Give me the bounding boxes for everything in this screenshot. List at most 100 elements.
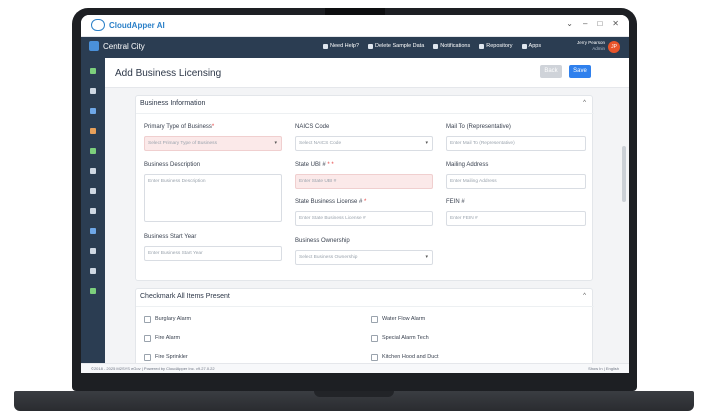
- state-ubi-label-text: State UBI #: [295, 162, 326, 168]
- business-information-title: Business Information: [140, 100, 206, 107]
- naics-label: NAICS Code: [295, 124, 330, 130]
- delete-sample-data-link[interactable]: Delete Sample Data: [368, 43, 424, 49]
- collapse-chevron-icon[interactable]: ^: [583, 100, 586, 106]
- water-flow-alarm-label: Water Flow Alarm: [382, 316, 426, 322]
- sidebar-pin-icon[interactable]: [90, 228, 96, 234]
- state-license-input[interactable]: Enter State Business License #: [295, 211, 433, 226]
- footer: ©2018 - 2025 M2SYS eGov | Powered by Clo…: [81, 363, 629, 373]
- sidebar-tag-icon[interactable]: [90, 128, 96, 134]
- need-help-link[interactable]: Need Help?: [323, 43, 359, 49]
- checkmark-title: Checkmark All Items Present: [140, 293, 230, 300]
- required-marker: *: [362, 199, 367, 205]
- footer-copyright: ©2018 - 2025 M2SYS eGov | Powered by Clo…: [91, 366, 215, 371]
- checkmark-card: Checkmark All Items Present ^ Burglary A…: [135, 288, 594, 368]
- page-scrollbar[interactable]: [622, 146, 626, 202]
- laptop-base: [14, 391, 694, 411]
- back-button[interactable]: Back: [540, 65, 562, 78]
- city-building-icon: [89, 41, 99, 51]
- notifications-link[interactable]: Notifications: [433, 43, 470, 49]
- required-marker: *: [211, 124, 215, 130]
- ownership-label: Business Ownership: [295, 238, 350, 244]
- app-brand: CloudApper AI: [91, 19, 165, 31]
- apps-grid-icon: [521, 43, 527, 49]
- dashboard-chart-icon[interactable]: [90, 68, 96, 74]
- maximize-button[interactable]: □: [597, 19, 602, 28]
- special-alarm-tech-checkbox[interactable]: [371, 335, 378, 342]
- kitchen-hood-checkbox[interactable]: [371, 354, 378, 361]
- ownership-select[interactable]: Select Business Ownership ▾: [295, 250, 433, 265]
- mailing-address-input[interactable]: Enter Mailing Address: [446, 174, 586, 189]
- sidebar-license-icon[interactable]: [90, 188, 96, 194]
- sidebar-clipboard-icon[interactable]: [90, 208, 96, 214]
- city-selector[interactable]: Central City: [89, 41, 145, 51]
- sidebar-folder-icon[interactable]: [90, 108, 96, 114]
- app-window: CloudApper AI ⌄ – □ ✕ Central City Need …: [81, 15, 629, 373]
- database-icon: [368, 43, 374, 49]
- dropdown-window-button[interactable]: ⌄: [566, 19, 573, 28]
- sidebar-gear-icon[interactable]: [90, 148, 96, 154]
- state-ubi-label: State UBI # * *: [295, 162, 334, 168]
- business-information-card: Business Information ^ Primary Type of B…: [135, 95, 594, 281]
- mail-to-label: Mail To (Representative): [446, 124, 511, 130]
- fire-sprinkler-checkbox[interactable]: [144, 354, 151, 361]
- stage: CloudApper AI ⌄ – □ ✕ Central City Need …: [0, 0, 706, 411]
- state-license-label-text: State Business License #: [295, 199, 363, 205]
- sidebar: [81, 58, 105, 373]
- city-name: Central City: [103, 41, 145, 51]
- burglary-alarm-label: Burglary Alarm: [155, 316, 192, 322]
- notifications-label: Notifications: [440, 43, 471, 49]
- fein-input[interactable]: Enter FEIN #: [446, 211, 586, 226]
- avatar[interactable]: JP: [608, 41, 620, 53]
- sidebar-home-icon[interactable]: [90, 88, 96, 94]
- delete-sample-data-label: Delete Sample Data: [375, 43, 425, 49]
- naics-select[interactable]: Select NAICS Code ▾: [295, 136, 433, 151]
- start-year-label: Business Start Year: [144, 234, 197, 240]
- language-selector[interactable]: Show In | English: [588, 366, 619, 371]
- close-button[interactable]: ✕: [612, 19, 619, 28]
- fire-alarm-checkbox[interactable]: [144, 335, 151, 342]
- title-bar: CloudApper AI ⌄ – □ ✕: [81, 15, 629, 37]
- chevron-down-icon: ▾: [274, 140, 277, 146]
- sidebar-document-icon[interactable]: [90, 168, 96, 174]
- primary-type-select[interactable]: Select Primary Type of Business ▾: [144, 136, 282, 151]
- chevron-down-icon: ▾: [425, 140, 428, 146]
- state-license-label: State Business License # *: [295, 199, 366, 205]
- description-label: Business Description: [144, 162, 201, 168]
- app-name: CloudApper AI: [109, 20, 165, 30]
- chevron-down-icon: ▾: [425, 254, 428, 260]
- sidebar-report-icon[interactable]: [90, 248, 96, 254]
- page-title: Add Business Licensing: [115, 68, 222, 79]
- naics-placeholder: Select NAICS Code: [299, 141, 342, 146]
- repository-label: Repository: [486, 43, 513, 49]
- ownership-placeholder: Select Business Ownership: [299, 255, 358, 260]
- base-notch: [314, 391, 394, 397]
- fire-sprinkler-label: Fire Sprinkler: [155, 354, 188, 360]
- sidebar-chat-icon[interactable]: [90, 268, 96, 274]
- primary-type-placeholder: Select Primary Type of Business: [148, 141, 217, 146]
- help-icon: [323, 43, 328, 49]
- collapse-chevron-icon[interactable]: ^: [583, 293, 586, 299]
- primary-type-label: Primary Type of Business*: [144, 124, 214, 130]
- window-controls: ⌄ – □ ✕: [566, 19, 619, 28]
- special-alarm-tech-label: Special Alarm Tech: [382, 335, 429, 341]
- water-flow-alarm-checkbox[interactable]: [371, 316, 378, 323]
- fein-label: FEIN #: [446, 199, 465, 205]
- apps-label: Apps: [528, 43, 542, 49]
- repository-link[interactable]: Repository: [479, 43, 513, 49]
- top-navbar: Central City Need Help? Delete Sample Da…: [81, 37, 629, 58]
- sidebar-settings-icon[interactable]: [90, 288, 96, 294]
- save-button[interactable]: Save: [569, 65, 591, 78]
- description-textarea[interactable]: Enter Business Description: [144, 174, 282, 222]
- burglary-alarm-checkbox[interactable]: [144, 316, 151, 323]
- minimize-button[interactable]: –: [583, 19, 587, 28]
- kitchen-hood-label: Kitchen Hood and Duct: [382, 354, 439, 360]
- mail-to-input[interactable]: Enter Mail To (Representative): [446, 136, 586, 151]
- start-year-input[interactable]: Enter Business Start Year: [144, 246, 282, 261]
- apps-link[interactable]: Apps: [521, 43, 542, 49]
- page-header: Add Business Licensing Back Save: [105, 58, 629, 88]
- need-help-label: Need Help?: [330, 43, 360, 49]
- mailing-address-label: Mailing Address: [446, 162, 489, 168]
- user-info[interactable]: Jerry Pearson Admin: [567, 40, 605, 52]
- primary-type-label-text: Primary Type of Business: [144, 124, 212, 130]
- state-ubi-input[interactable]: Enter State UBI #: [295, 174, 433, 189]
